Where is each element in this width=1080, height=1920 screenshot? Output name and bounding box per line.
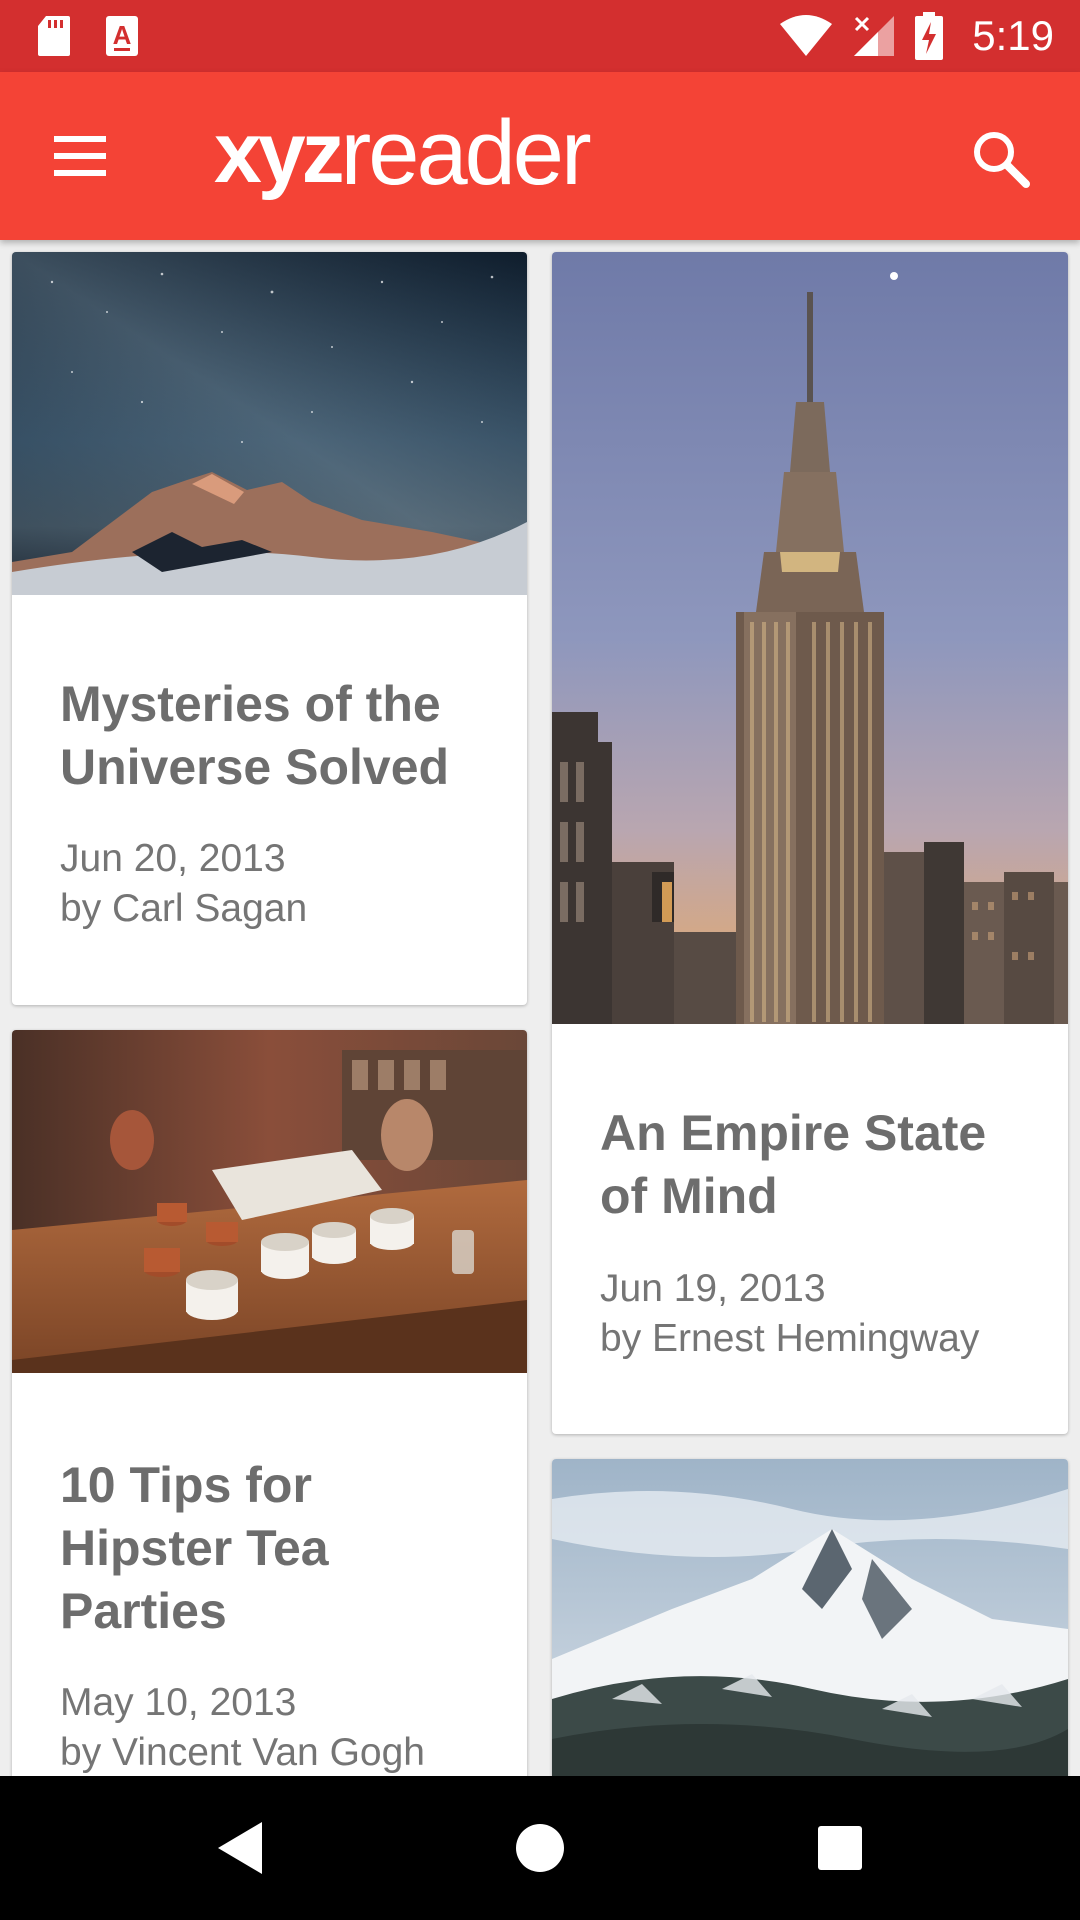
recents-icon [818, 1826, 862, 1870]
article-title: Mysteries of the Universe Solved [60, 676, 450, 795]
article-card[interactable]: An Empire State of Mind Jun 19, 2013 by … [552, 252, 1068, 1434]
article-image-tea-set [12, 1030, 527, 1373]
app-logo: xyz reader [214, 98, 592, 208]
search-button[interactable] [964, 122, 1040, 198]
article-author: by Vincent Van Gogh [60, 1731, 425, 1774]
search-icon [974, 132, 1030, 188]
sd-card-icon [38, 16, 70, 56]
article-image-mountain [552, 1459, 1068, 1799]
status-bar: A 5:19 [0, 0, 1080, 72]
article-author: by Ernest Hemingway [600, 1317, 980, 1360]
menu-icon [54, 136, 106, 176]
recents-button[interactable] [800, 1808, 880, 1888]
article-card[interactable] [552, 1459, 1068, 1799]
article-image-night-sky [12, 252, 527, 595]
app-bar: xyz reader [0, 72, 1080, 240]
clock: 5:19 [972, 12, 1054, 59]
article-author: by Carl Sagan [60, 887, 308, 930]
menu-button[interactable] [48, 124, 120, 188]
article-date: May 10, 2013 [60, 1681, 297, 1724]
home-icon [516, 1824, 564, 1872]
article-card[interactable]: 10 Tips for Hipster Tea Parties May 10, … [12, 1030, 527, 1790]
article-title: 10 Tips for Hipster Tea Parties [60, 1457, 329, 1639]
article-card[interactable]: Mysteries of the Universe Solved Jun 20,… [12, 252, 527, 1005]
article-title: An Empire State of Mind [600, 1105, 987, 1224]
article-image-skyscraper [552, 252, 1068, 1024]
article-date: Jun 20, 2013 [60, 837, 286, 880]
back-button[interactable] [200, 1808, 280, 1888]
svg-text:A: A [113, 20, 132, 50]
home-button[interactable] [500, 1808, 580, 1888]
cell-signal-icon [854, 16, 895, 56]
back-icon [218, 1822, 262, 1874]
wifi-icon [780, 15, 833, 56]
battery-charging-icon [915, 12, 944, 60]
system-navigation-bar [0, 1776, 1080, 1920]
logo-bold: xyz [214, 105, 345, 201]
logo-regular: reader [340, 102, 592, 204]
app-notification-icon: A [106, 16, 138, 56]
article-date: Jun 19, 2013 [600, 1267, 826, 1310]
